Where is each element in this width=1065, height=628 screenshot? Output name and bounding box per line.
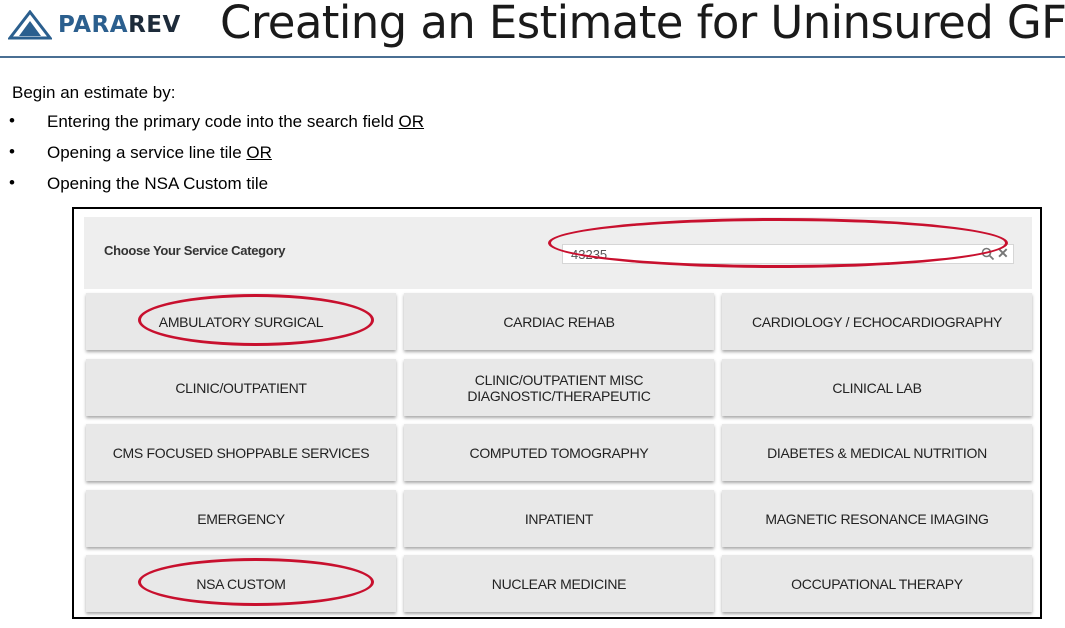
pararev-logo: PARAREV [8, 8, 181, 42]
pararev-logo-icon [8, 10, 52, 40]
bullet-or: OR [246, 143, 272, 162]
tile-nuclear-medicine[interactable]: NUCLEAR MEDICINE [404, 555, 714, 612]
bullet-item: • Opening the NSA Custom tile [0, 173, 424, 205]
tile-inpatient[interactable]: INPATIENT [404, 490, 714, 547]
bullet-list: • Entering the primary code into the sear… [0, 111, 425, 205]
bullet-text: Entering the primary code into the searc… [47, 112, 399, 131]
bullet-dot: • [9, 111, 15, 130]
tile-cms-focused-shoppable-services[interactable]: CMS FOCUSED SHOPPABLE SERVICES [86, 424, 396, 481]
tile-computed-tomography[interactable]: COMPUTED TOMOGRAPHY [404, 424, 714, 481]
tile-diabetes-medical-nutrition[interactable]: DIABETES & MEDICAL NUTRITION [722, 424, 1032, 481]
bullet-text: Opening a service line tile [47, 143, 247, 162]
tile-nsa-custom[interactable]: NSA CUSTOM [86, 555, 396, 612]
category-label: Choose Your Service Category [104, 243, 286, 258]
tile-magnetic-resonance-imaging[interactable]: MAGNETIC RESONANCE IMAGING [722, 490, 1032, 547]
tile-cardiac-rehab[interactable]: CARDIAC REHAB [404, 293, 714, 350]
tile-occupational-therapy[interactable]: OCCUPATIONAL THERAPY [722, 555, 1032, 612]
search-box: ✕ [562, 244, 1014, 264]
bullet-or: OR [398, 112, 425, 131]
bullet-item: • Opening a service line tile OR [0, 142, 424, 174]
bullet-item: • Entering the primary code into the sear… [0, 111, 425, 143]
logo-text-rev: REV [128, 12, 181, 38]
search-icon[interactable] [981, 247, 995, 261]
tile-clinic-outpatient[interactable]: CLINIC/OUTPATIENT [86, 359, 396, 416]
clear-icon[interactable]: ✕ [997, 246, 1011, 261]
slide-title: Creating an Estimate for Uninsured GFE [220, 0, 1065, 49]
bullet-dot: • [9, 142, 15, 161]
tile-emergency[interactable]: EMERGENCY [86, 490, 396, 547]
logo-text-para: PARA [58, 12, 129, 38]
bullet-text: Opening the NSA Custom tile [47, 174, 269, 193]
slide-header: PARAREV Creating an Estimate for Uninsur… [0, 0, 1065, 58]
intro-text: Begin an estimate by: [12, 83, 176, 102]
tile-cardiology-echocardiography[interactable]: CARDIOLOGY / ECHOCARDIOGRAPHY [722, 293, 1032, 350]
service-category-screenshot: Choose Your Service Category ✕ AMBULATOR… [72, 207, 1042, 619]
bullet-dot: • [9, 173, 15, 192]
category-header-bar: Choose Your Service Category ✕ [84, 217, 1032, 289]
tile-clinic-outpatient-misc[interactable]: CLINIC/OUTPATIENT MISC DIAGNOSTIC/THERAP… [404, 359, 714, 416]
tile-ambulatory-surgical[interactable]: AMBULATORY SURGICAL [86, 293, 396, 350]
search-input[interactable] [571, 245, 971, 263]
logo-wordmark: PARAREV [58, 12, 181, 38]
tile-clinical-lab[interactable]: CLINICAL LAB [722, 359, 1032, 416]
title-divider [0, 56, 1065, 58]
